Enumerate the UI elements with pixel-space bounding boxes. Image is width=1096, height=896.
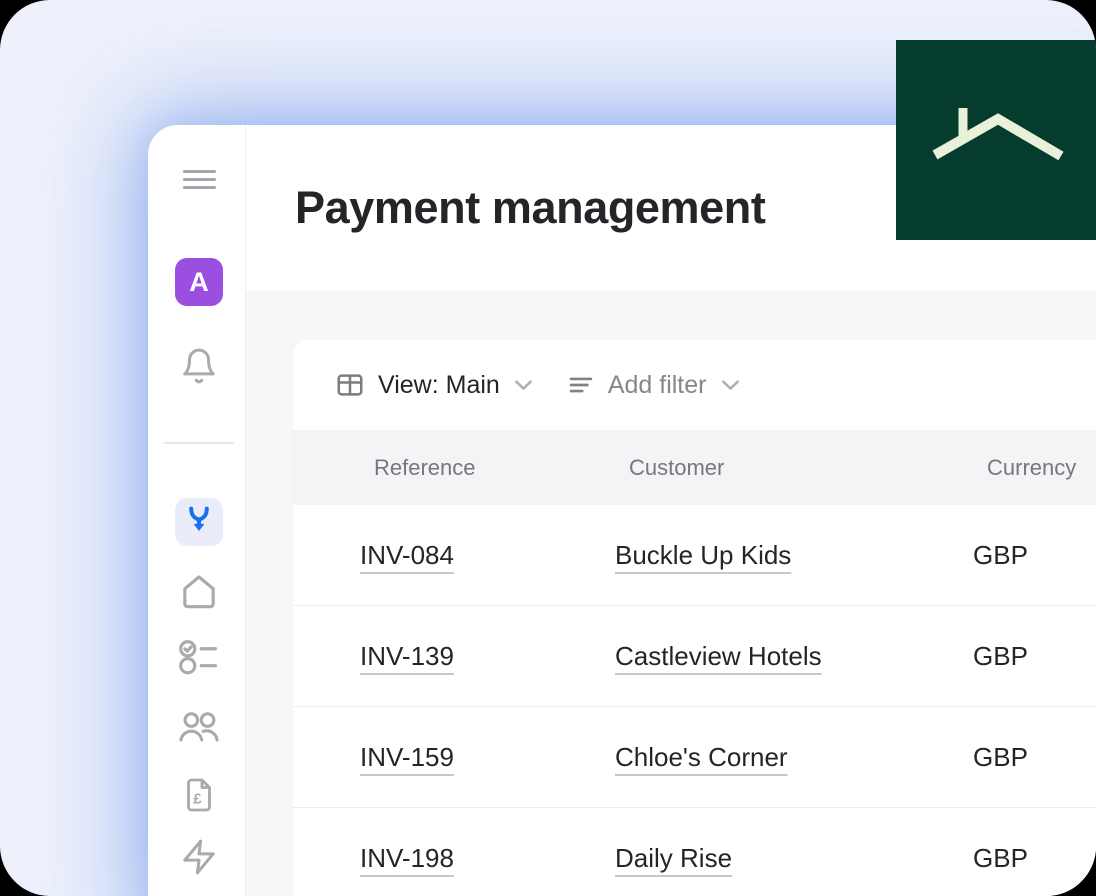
sidebar-item-notifications[interactable] [180,347,218,390]
table-row[interactable]: INV-159 Chloe's Corner GBP [293,706,1096,807]
currency-value: GBP [973,843,1028,873]
brand-logo [896,40,1096,240]
add-filter-button[interactable]: Add filter [567,371,740,400]
sidebar-item-tasks[interactable] [178,638,220,681]
view-selector[interactable]: View: Main [335,370,533,400]
lightning-icon [180,837,218,882]
invoice-pound-icon: £ [181,775,217,820]
page-title: Payment management [295,182,765,234]
table-row[interactable]: INV-084 Buckle Up Kids GBP [293,505,1096,605]
page-background: A [0,0,1096,896]
column-header-reference: Reference [293,455,548,481]
bell-icon [180,347,218,390]
chevron-down-icon [514,379,533,391]
view-selector-label: View: Main [378,371,500,400]
sidebar-item-home[interactable] [178,572,220,617]
sidebar-item-invoices[interactable]: £ [181,775,217,820]
chevron-down-icon [721,379,740,391]
hamburger-menu-icon[interactable] [182,170,216,189]
sidebar-divider [164,442,234,444]
content-area: View: Main [246,290,1096,896]
customer-link[interactable]: Buckle Up Kids [615,540,791,570]
add-filter-label: Add filter [608,371,707,400]
reference-link[interactable]: INV-084 [360,540,454,570]
table-view-icon [335,370,365,400]
reference-link[interactable]: INV-139 [360,641,454,671]
users-icon [176,708,222,750]
table-panel: View: Main [293,340,1096,896]
reference-link[interactable]: INV-159 [360,742,454,772]
column-header-currency: Currency [906,455,1096,481]
table-row[interactable]: INV-139 Castleview Hotels GBP [293,605,1096,706]
currency-value: GBP [973,641,1028,671]
table-body: INV-084 Buckle Up Kids GBP INV-139 Castl… [293,505,1096,896]
column-header-customer: Customer [548,455,906,481]
customer-link[interactable]: Chloe's Corner [615,742,788,772]
sidebar-item-actions[interactable] [180,837,218,882]
svg-text:£: £ [193,790,202,807]
table-header-row: Reference Customer Currency [293,430,1096,505]
roof-chimney-logo-icon [896,38,1096,243]
sidebar: A [148,125,246,896]
home-icon [178,572,220,617]
customer-link[interactable]: Daily Rise [615,843,732,873]
sidebar-item-customers[interactable] [176,708,222,750]
table-toolbar: View: Main [293,340,1096,430]
customer-link[interactable]: Castleview Hotels [615,641,822,671]
avatar-label: A [189,267,209,298]
filter-lines-icon [567,371,595,399]
merge-icon [182,503,216,542]
table-row[interactable]: INV-198 Daily Rise GBP [293,807,1096,896]
currency-value: GBP [973,540,1028,570]
currency-value: GBP [973,742,1028,772]
sidebar-item-payments-active[interactable] [175,498,223,546]
task-list-icon [178,638,220,681]
reference-link[interactable]: INV-198 [360,843,454,873]
avatar[interactable]: A [175,258,223,306]
